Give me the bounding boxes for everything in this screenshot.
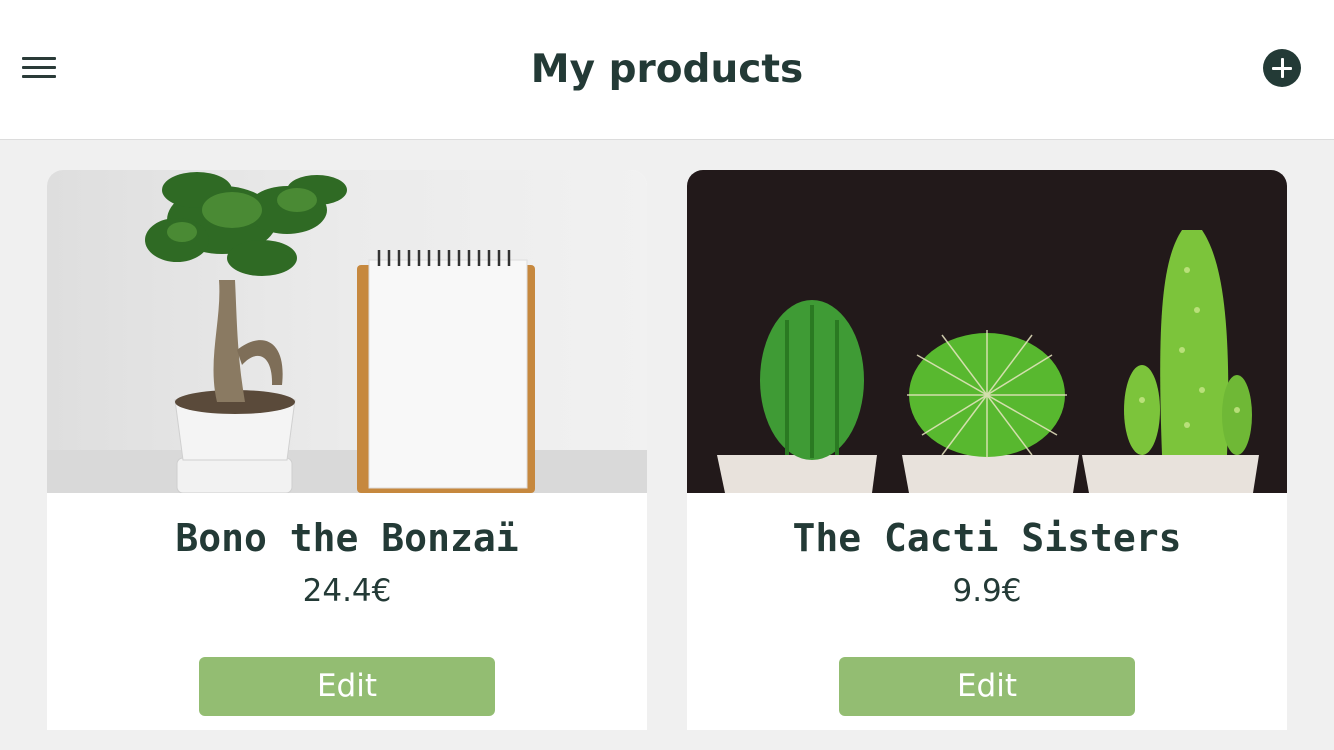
edit-button[interactable]: Edit: [839, 657, 1135, 716]
product-price: 24.4€: [302, 573, 392, 609]
app-header: My products: [0, 0, 1334, 140]
product-card: The Cacti Sisters 9.9€ Edit: [687, 170, 1287, 730]
page-title: My products: [530, 47, 804, 92]
product-card: Bono the Bonzaï 24.4€ Edit: [47, 170, 647, 730]
product-name: The Cacti Sisters: [792, 516, 1182, 560]
product-image-bonsai: [47, 170, 647, 493]
product-name: Bono the Bonzaï: [175, 516, 519, 560]
add-product-icon[interactable]: [1263, 49, 1301, 87]
product-price: 9.9€: [952, 573, 1022, 609]
product-image-cacti: [687, 170, 1287, 493]
edit-button[interactable]: Edit: [199, 657, 495, 716]
